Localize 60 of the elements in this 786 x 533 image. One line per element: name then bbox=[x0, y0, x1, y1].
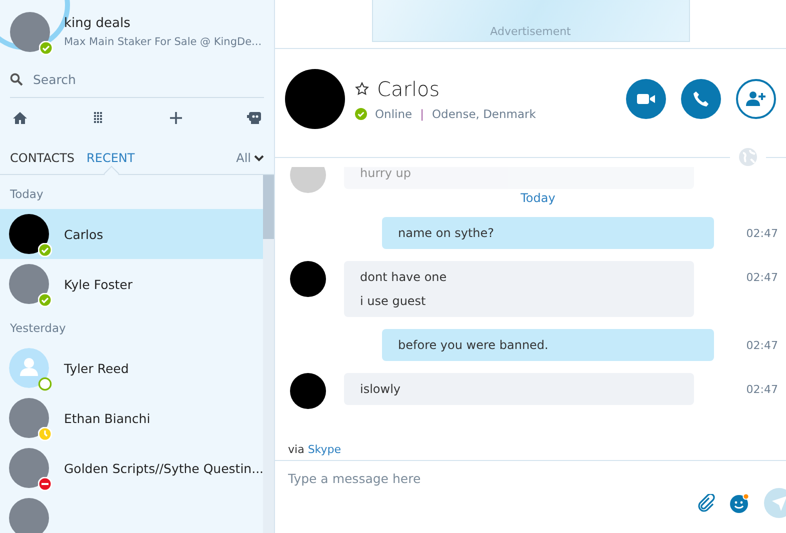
default-avatar-icon bbox=[9, 348, 49, 388]
avatar-photo bbox=[9, 398, 49, 438]
contact-name: Ethan Bianchi bbox=[64, 410, 150, 426]
avatar-photo bbox=[10, 12, 50, 52]
emoticon-icon[interactable] bbox=[729, 492, 750, 514]
message-time: 02:47 bbox=[746, 382, 779, 396]
scrollbar[interactable] bbox=[263, 175, 274, 533]
message-text: islowly bbox=[360, 382, 402, 396]
group-header: Yesterday bbox=[9, 320, 67, 337]
avatar-photo bbox=[9, 448, 49, 488]
phone-icon bbox=[692, 90, 710, 108]
plus-icon[interactable] bbox=[168, 110, 184, 126]
message-text: i use guest bbox=[360, 294, 427, 308]
avatar-photo bbox=[9, 214, 49, 254]
message-time: 02:47 bbox=[746, 270, 779, 284]
contact-name: Golden Scripts//Sythe Questin... bbox=[64, 460, 264, 476]
bot-icon[interactable] bbox=[246, 110, 262, 126]
tab[interactable]: CONTACTS bbox=[10, 151, 75, 173]
home-icon[interactable] bbox=[12, 110, 28, 126]
location-text: Odense, Denmark bbox=[432, 107, 536, 121]
search-icon bbox=[10, 73, 23, 86]
filter-dropdown[interactable]: All bbox=[236, 151, 264, 173]
add-person-icon bbox=[745, 90, 767, 108]
skype-link[interactable]: Skype bbox=[308, 443, 342, 456]
avatar-photo bbox=[290, 261, 326, 297]
message-text: hurry up bbox=[360, 167, 412, 180]
chevron-down-icon bbox=[254, 154, 264, 162]
avatar-photo bbox=[9, 498, 49, 533]
mood-message: Max Main Staker For Sale @ KingDe... bbox=[64, 36, 262, 48]
separator: | bbox=[420, 107, 424, 121]
star-icon[interactable] bbox=[355, 82, 369, 96]
message-text: name on sythe? bbox=[398, 226, 496, 240]
contact-item[interactable]: Kyle Foster bbox=[0, 259, 263, 309]
contact-item[interactable]: Ethan Bianchi bbox=[0, 393, 263, 443]
contact-item[interactable]: Golden Scripts//Sythe Questin... bbox=[0, 443, 263, 493]
group-header: Today bbox=[9, 186, 44, 203]
date-divider: Today bbox=[520, 191, 556, 205]
globe-icon bbox=[738, 147, 758, 167]
search-field[interactable]: Search bbox=[33, 72, 233, 87]
paperclip-icon[interactable] bbox=[697, 494, 715, 512]
avatar-photo bbox=[9, 264, 49, 304]
contact-item[interactable]: Tyler Reed bbox=[0, 343, 263, 393]
message-time: 02:47 bbox=[745, 226, 779, 240]
message-time: 02:47 bbox=[745, 338, 779, 352]
call-button[interactable] bbox=[681, 79, 721, 119]
contact-name: Kyle Foster bbox=[64, 276, 132, 292]
profile-name: king deals bbox=[64, 16, 132, 31]
video-call-button[interactable] bbox=[626, 79, 666, 119]
via-label: via Skype bbox=[288, 443, 342, 456]
message-text: before you were banned. bbox=[398, 338, 550, 352]
contact-name: Tyler Reed bbox=[64, 360, 129, 376]
contact-item[interactable]: Carlos bbox=[0, 209, 263, 259]
status-text: Online bbox=[375, 107, 412, 121]
contact-name: Carlos bbox=[64, 226, 104, 242]
add-contact-button[interactable] bbox=[736, 79, 776, 119]
avatar-photo bbox=[290, 373, 326, 409]
contact-title: Carlos bbox=[377, 77, 440, 101]
avatar-photo bbox=[290, 167, 326, 193]
message-text: dont have one bbox=[360, 270, 448, 284]
video-camera-icon bbox=[636, 92, 656, 106]
